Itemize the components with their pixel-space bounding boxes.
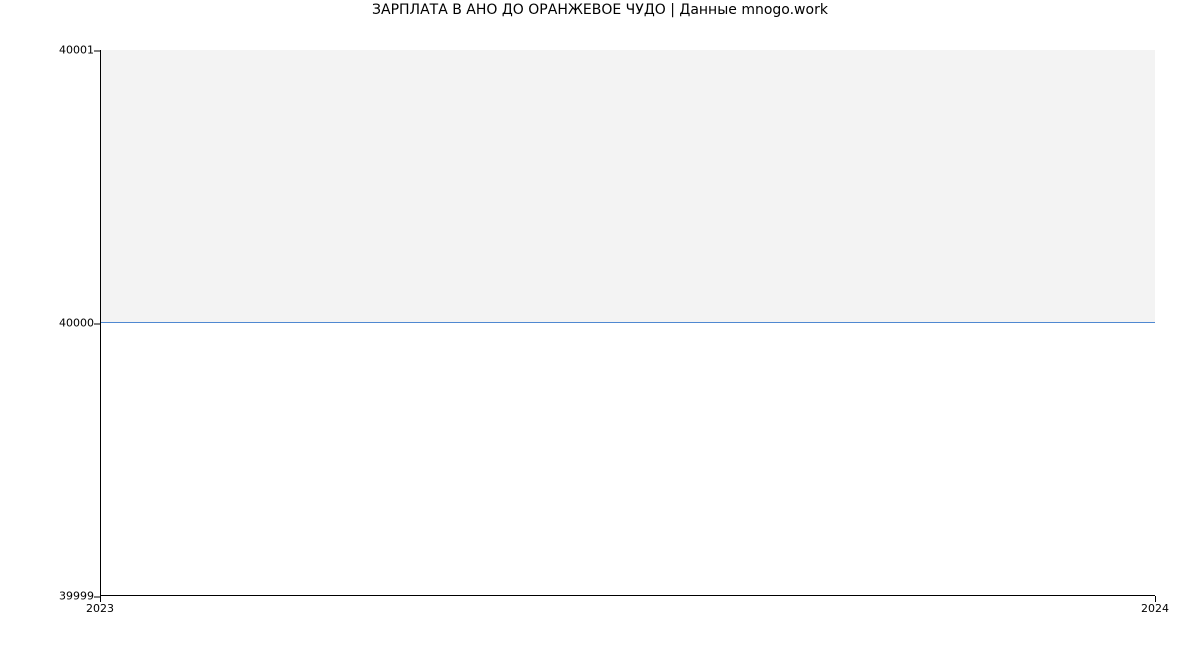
y-tick-label: 39999: [59, 590, 94, 603]
x-tick: 2023: [86, 602, 114, 615]
chart-container: ЗАРПЛАТА В АНО ДО ОРАНЖЕВОЕ ЧУДО | Данны…: [0, 0, 1200, 650]
y-tick-label: 40001: [59, 44, 94, 57]
series-line: [101, 322, 1155, 323]
tick-mark-icon: [1155, 596, 1156, 602]
y-tick-label: 40000: [59, 317, 94, 330]
y-tick: 39999: [59, 590, 94, 603]
tick-mark-icon: [100, 596, 101, 602]
x-tick: 2024: [1141, 602, 1169, 615]
tick-mark-icon: [94, 50, 100, 51]
series-fill: [101, 50, 1155, 323]
plot-area: [100, 50, 1155, 596]
chart-title: ЗАРПЛАТА В АНО ДО ОРАНЖЕВОЕ ЧУДО | Данны…: [0, 2, 1200, 18]
x-tick-label: 2024: [1141, 602, 1169, 615]
y-tick: 40001: [59, 44, 94, 57]
x-tick-label: 2023: [86, 602, 114, 615]
tick-mark-icon: [94, 323, 100, 324]
y-tick: 40000: [59, 317, 94, 330]
